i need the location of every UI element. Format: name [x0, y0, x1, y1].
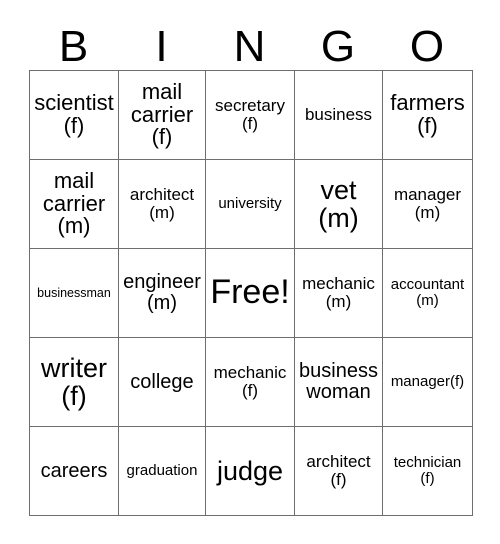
- bingo-cell[interactable]: university: [205, 159, 295, 249]
- bingo-cell[interactable]: careers: [29, 426, 119, 516]
- bingo-header-letter-i: I: [155, 22, 168, 71]
- bingo-cell-free-space[interactable]: Free!: [205, 248, 295, 338]
- bingo-header-letter-o: O: [409, 22, 445, 71]
- bingo-cell[interactable]: manager(f): [382, 337, 473, 427]
- bingo-cell[interactable]: mail carrier (m): [29, 159, 119, 249]
- bingo-row: mail carrier (m) architect (m) university v…: [29, 159, 473, 249]
- bingo-cell[interactable]: mechanic (f): [205, 337, 295, 427]
- bingo-row: careers graduation judge architect (f) te…: [29, 426, 473, 516]
- bingo-header-row: B I N G O: [29, 8, 472, 70]
- bingo-grid: scientist (f) mail carrier (f) secretary (f)…: [29, 70, 473, 516]
- bingo-cell[interactable]: accountant (m): [382, 248, 473, 338]
- bingo-cell[interactable]: mechanic (m): [294, 248, 383, 338]
- bingo-row: writer (f) college mechanic (f) business wo…: [29, 337, 473, 427]
- bingo-cell[interactable]: architect (f): [294, 426, 383, 516]
- bingo-cell[interactable]: technician (f): [382, 426, 473, 516]
- bingo-cell[interactable]: college: [118, 337, 206, 427]
- bingo-header-letter-n: N: [233, 22, 266, 71]
- bingo-cell[interactable]: engineer (m): [118, 248, 206, 338]
- bingo-row: businessman engineer (m) Free! mechanic (m…: [29, 248, 473, 338]
- bingo-cell[interactable]: judge: [205, 426, 295, 516]
- bingo-header-letter-g: G: [320, 22, 356, 71]
- bingo-cell[interactable]: farmers (f): [382, 70, 473, 160]
- bingo-cell[interactable]: manager (m): [382, 159, 473, 249]
- bingo-cell[interactable]: business: [294, 70, 383, 160]
- bingo-cell[interactable]: architect (m): [118, 159, 206, 249]
- bingo-cell[interactable]: business woman: [294, 337, 383, 427]
- bingo-cell[interactable]: mail carrier (f): [118, 70, 206, 160]
- bingo-cell[interactable]: businessman: [29, 248, 119, 338]
- bingo-header-letter-b: B: [58, 22, 89, 71]
- bingo-cell[interactable]: writer (f): [29, 337, 119, 427]
- bingo-cell[interactable]: graduation: [118, 426, 206, 516]
- bingo-card: B I N G O scientist (f) mail carrier (f) se…: [29, 8, 473, 516]
- bingo-row: scientist (f) mail carrier (f) secretary (f)…: [29, 70, 473, 160]
- bingo-cell[interactable]: secretary (f): [205, 70, 295, 160]
- bingo-grid-body: scientist (f) mail carrier (f) secretary (f)…: [29, 70, 473, 516]
- bingo-cell[interactable]: scientist (f): [29, 70, 119, 160]
- bingo-cell[interactable]: vet (m): [294, 159, 383, 249]
